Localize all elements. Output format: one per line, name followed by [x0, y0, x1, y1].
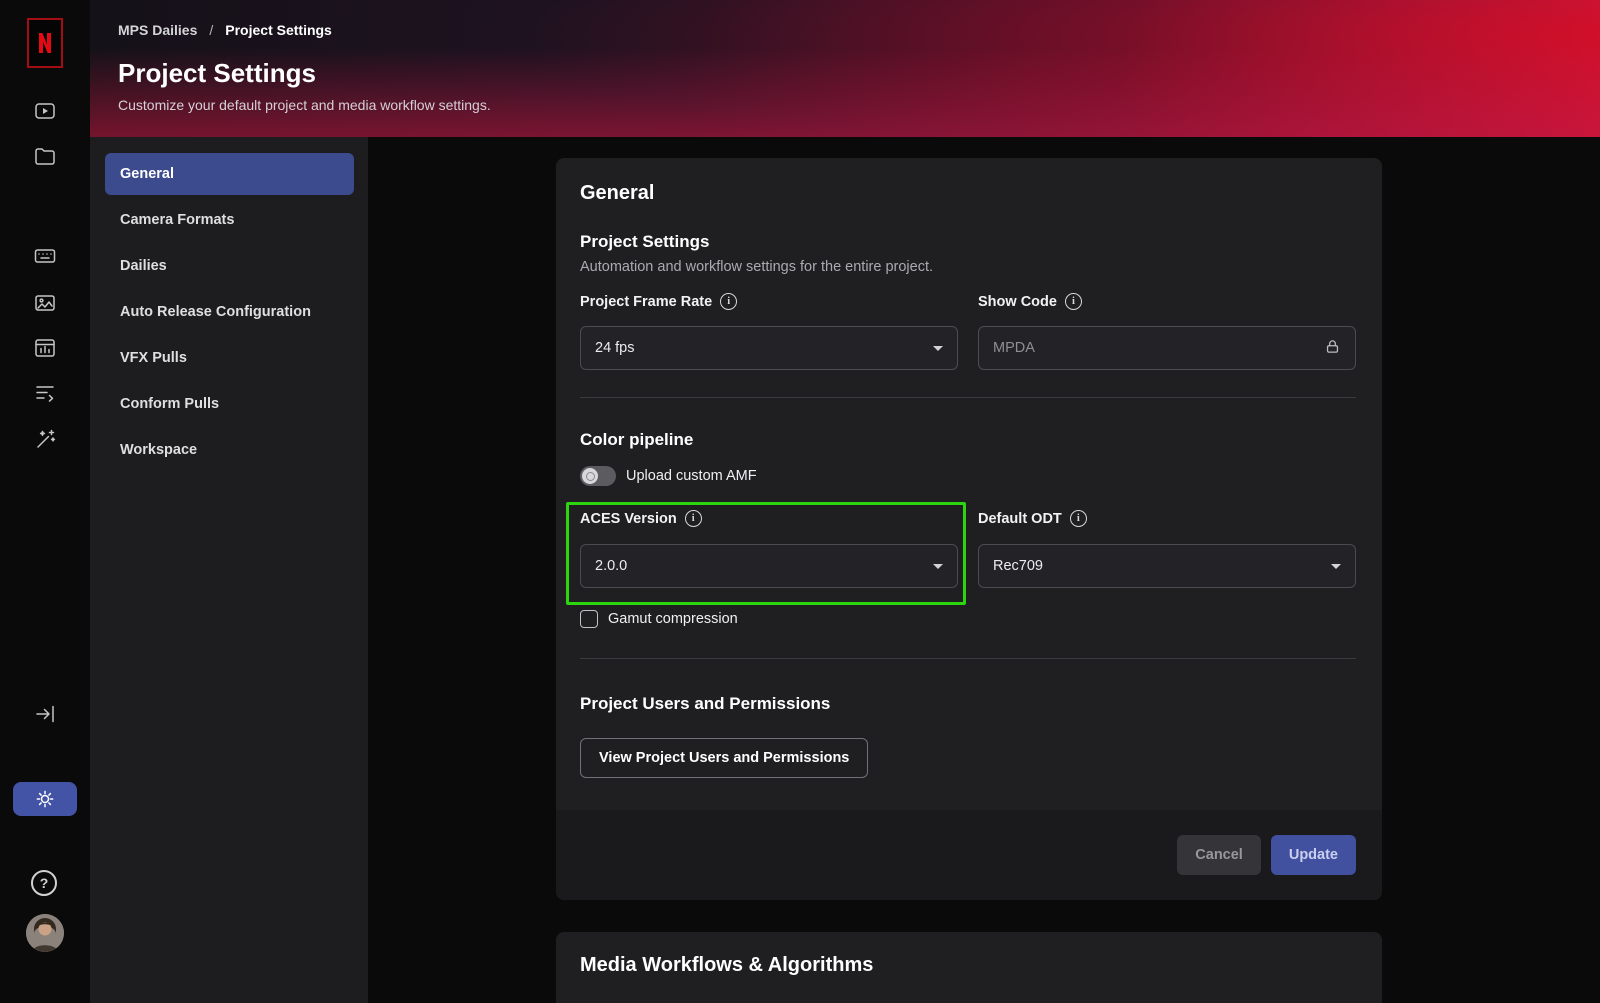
general-settings-card: General Project Settings Automation and …	[556, 158, 1382, 900]
show-code-input	[993, 340, 1324, 356]
frame-rate-label-text: Project Frame Rate	[580, 294, 712, 310]
breadcrumb-separator: /	[209, 22, 213, 38]
settings-sidebar: General Camera Formats Dailies Auto Rele…	[90, 137, 368, 1003]
default-odt-label: Default ODT	[978, 510, 1087, 527]
show-code-field	[978, 326, 1356, 370]
sidebar-item-auto-release[interactable]: Auto Release Configuration	[105, 291, 354, 333]
netflix-n-icon	[37, 31, 53, 55]
upload-amf-toggle[interactable]	[580, 466, 616, 486]
show-code-label-text: Show Code	[978, 294, 1057, 310]
divider	[580, 397, 1356, 398]
media-workflows-title: Media Workflows & Algorithms	[580, 954, 873, 977]
page-header: MPS Dailies / Project Settings Project S…	[90, 0, 1600, 137]
sidebar-item-camera-formats[interactable]: Camera Formats	[105, 199, 354, 241]
update-button[interactable]: Update	[1271, 835, 1356, 875]
page-subtitle: Customize your default project and media…	[118, 97, 1600, 113]
cancel-button[interactable]: Cancel	[1177, 835, 1261, 875]
queue-icon[interactable]	[33, 381, 57, 405]
breadcrumb-current: Project Settings	[225, 22, 332, 38]
folder-icon[interactable]	[33, 144, 57, 168]
default-odt-value: Rec709	[993, 558, 1043, 574]
frame-rate-value: 24 fps	[595, 340, 635, 356]
chevron-down-icon	[1331, 564, 1341, 569]
gear-icon	[35, 789, 55, 809]
section-description: Automation and workflow settings for the…	[580, 259, 933, 275]
gamut-compression-label: Gamut compression	[608, 611, 738, 627]
sidebar-item-workspace[interactable]: Workspace	[105, 429, 354, 471]
frame-rate-label: Project Frame Rate	[580, 293, 737, 310]
avatar-photo	[26, 914, 64, 952]
card-title: General	[580, 182, 654, 205]
aces-version-value: 2.0.0	[595, 558, 627, 574]
chevron-down-icon	[933, 564, 943, 569]
gamut-compression-row: Gamut compression	[580, 610, 738, 628]
aces-version-label: ACES Version	[580, 510, 702, 527]
frame-rate-info-icon[interactable]	[720, 293, 737, 310]
show-code-label: Show Code	[978, 293, 1082, 310]
default-odt-select[interactable]: Rec709	[978, 544, 1356, 588]
logout-icon[interactable]	[33, 702, 57, 726]
show-code-info-icon[interactable]	[1065, 293, 1082, 310]
gamut-compression-checkbox[interactable]	[580, 610, 598, 628]
chevron-down-icon	[933, 346, 943, 351]
video-player-icon[interactable]	[33, 99, 57, 123]
upload-amf-label: Upload custom AMF	[626, 468, 757, 484]
section-title-project-settings: Project Settings	[580, 232, 709, 252]
dailies-film-icon[interactable]	[33, 336, 57, 360]
help-icon[interactable]	[31, 870, 57, 896]
main-content: General Project Settings Automation and …	[368, 137, 1600, 1003]
netflix-logo[interactable]	[27, 18, 63, 68]
breadcrumb: MPS Dailies / Project Settings	[118, 22, 1600, 38]
section-title-color-pipeline: Color pipeline	[580, 430, 693, 450]
view-users-permissions-button[interactable]: View Project Users and Permissions	[580, 738, 868, 778]
sidebar-item-conform-pulls[interactable]: Conform Pulls	[105, 383, 354, 425]
section-title-users-permissions: Project Users and Permissions	[580, 694, 830, 714]
page-title: Project Settings	[118, 58, 1600, 89]
magic-wand-icon[interactable]	[33, 428, 57, 452]
toggle-knob	[582, 468, 598, 484]
default-odt-label-text: Default ODT	[978, 511, 1062, 527]
aces-version-label-text: ACES Version	[580, 511, 677, 527]
aces-version-info-icon[interactable]	[685, 510, 702, 527]
card-footer: Cancel Update	[556, 810, 1382, 900]
breadcrumb-parent[interactable]: MPS Dailies	[118, 22, 197, 38]
settings-nav-active[interactable]	[13, 782, 77, 816]
keyboard-icon[interactable]	[33, 244, 57, 268]
divider	[580, 658, 1356, 659]
lock-icon	[1324, 338, 1341, 359]
icon-rail	[0, 0, 90, 1003]
default-odt-info-icon[interactable]	[1070, 510, 1087, 527]
upload-amf-row: Upload custom AMF	[580, 466, 757, 486]
sidebar-item-dailies[interactable]: Dailies	[105, 245, 354, 287]
media-import-icon[interactable]	[33, 291, 57, 315]
sidebar-item-general[interactable]: General	[105, 153, 354, 195]
media-workflows-card: Media Workflows & Algorithms	[556, 932, 1382, 1003]
aces-version-select[interactable]: 2.0.0	[580, 544, 958, 588]
sidebar-item-vfx-pulls[interactable]: VFX Pulls	[105, 337, 354, 379]
frame-rate-select[interactable]: 24 fps	[580, 326, 958, 370]
user-avatar[interactable]	[26, 914, 64, 952]
